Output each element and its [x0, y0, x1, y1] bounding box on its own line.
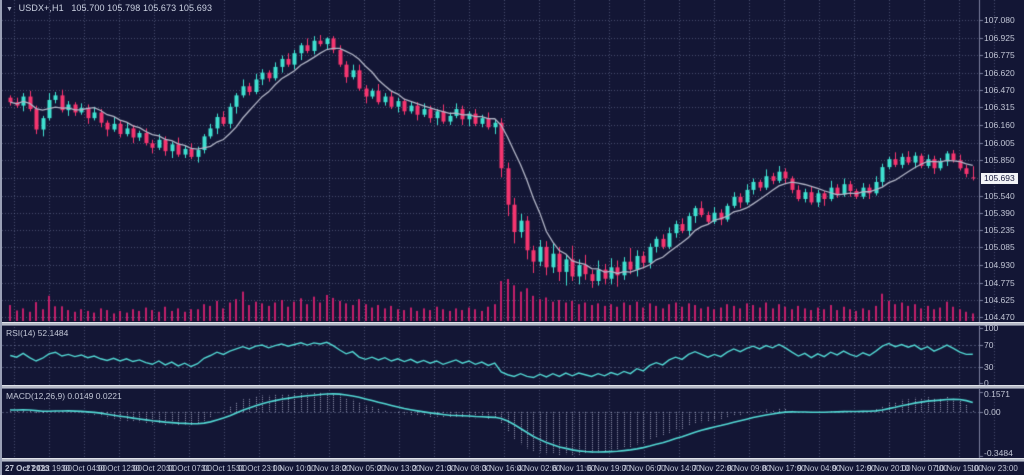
panel-divider-main-rsi[interactable]	[2, 322, 1024, 326]
price-scale-tick: 107.080	[984, 16, 1015, 25]
price-scale-tick: 105.085	[984, 243, 1015, 252]
panel-divider-rsi-macd[interactable]	[2, 385, 1024, 389]
price-scale-tick: 106.925	[984, 34, 1015, 43]
macd-scale-tick: 0.1571	[984, 390, 1010, 399]
macd-scale-tick: 0.00	[984, 408, 1001, 417]
price-scale-tick: 106.470	[984, 86, 1015, 95]
rsi-scale-tick: 70	[984, 341, 993, 350]
trading-chart-window: ▼ USDX+,H1 105.700 105.798 105.673 105.6…	[0, 0, 1024, 475]
symbol-dropdown-icon[interactable]: ▼	[6, 6, 13, 13]
macd-scale-tick: -0.3484	[984, 449, 1013, 458]
rsi-scale-tick: 100	[984, 324, 998, 333]
price-scale-tick: 104.930	[984, 261, 1015, 270]
chart-title: ▼ USDX+,H1 105.700 105.798 105.673 105.6…	[6, 3, 212, 13]
price-scale-tick: 105.390	[984, 209, 1015, 218]
chart-canvas[interactable]	[2, 0, 1024, 475]
price-scale-tick: 106.005	[984, 139, 1015, 148]
price-scale-tick: 106.620	[984, 69, 1015, 78]
price-scale-tick: 106.315	[984, 103, 1015, 112]
price-scale-tick: 106.775	[984, 51, 1015, 60]
rsi-scale-tick: 30	[984, 363, 993, 372]
macd-indicator-label: MACD(12,26,9) 0.0149 0.0221	[6, 391, 122, 401]
rsi-scale-tick: 0	[984, 379, 989, 388]
price-scale-tick: 105.850	[984, 156, 1015, 165]
current-price-tag: 105.693	[981, 173, 1018, 184]
price-scale-tick: 104.625	[984, 296, 1015, 305]
rsi-indicator-label: RSI(14) 52.1484	[6, 328, 68, 338]
price-scale-tick: 106.160	[984, 121, 1015, 130]
price-scale-tick: 105.540	[984, 192, 1015, 201]
ohlc-values: 105.700 105.798 105.673 105.693	[71, 3, 212, 13]
time-axis-label: 10 Nov 23:00	[970, 464, 1018, 473]
price-scale-tick: 104.775	[984, 279, 1015, 288]
price-scale-tick: 105.235	[984, 226, 1015, 235]
price-scale-tick: 104.470	[984, 313, 1015, 322]
symbol-timeframe-label: USDX+,H1	[19, 3, 64, 13]
